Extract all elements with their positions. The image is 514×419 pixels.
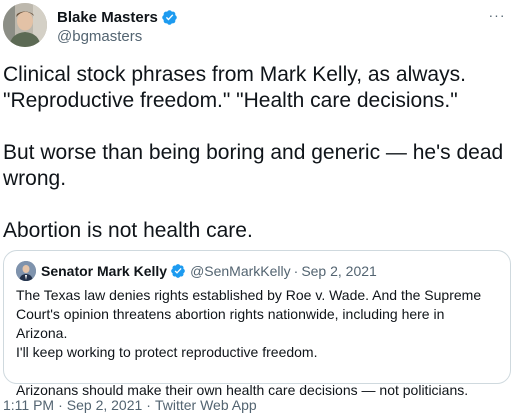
tweet: Blake Masters @bgmasters ··· Clinical st…	[0, 0, 514, 419]
quoted-line: Court's opinion threatens abortion right…	[16, 306, 445, 341]
tweet-header: Blake Masters @bgmasters ···	[3, 3, 511, 47]
quoted-tweet-header: Senator Mark Kelly @SenMarkKelly · Sep 2…	[16, 261, 498, 281]
tweet-source-link[interactable]: Twitter Web App	[155, 397, 257, 413]
verified-badge-icon	[170, 263, 186, 279]
quoted-line: Arizonans should make their own health c…	[16, 382, 469, 398]
tweet-time[interactable]: 1:11 PM	[3, 397, 54, 413]
quoted-paragraph-1: The Texas law denies rights established …	[16, 286, 498, 362]
quoted-line: I'll keep working to protect reproductiv…	[16, 344, 318, 360]
tweet-paragraph-2: But worse than being boring and generic …	[3, 140, 511, 192]
tweet-metadata: 1:11 PM · Sep 2, 2021 · Twitter Web App	[3, 397, 257, 413]
author-names: Blake Masters @bgmasters	[57, 7, 178, 45]
dot-separator: ·	[293, 263, 299, 279]
tweet-paragraph-3: Abortion is not health care.	[3, 218, 511, 244]
quoted-handle: @SenMarkKelly	[190, 263, 291, 279]
tweet-line: But worse than being boring and generic …	[3, 141, 504, 164]
avatar[interactable]	[3, 3, 47, 47]
quoted-date: Sep 2, 2021	[301, 263, 377, 279]
verified-badge-icon	[161, 9, 178, 26]
more-horizontal-icon[interactable]: ···	[485, 3, 509, 27]
author-handle[interactable]: @bgmasters	[57, 28, 178, 45]
author-display-name[interactable]: Blake Masters	[57, 9, 158, 26]
tweet-paragraph-1: Clinical stock phrases from Mark Kelly, …	[3, 62, 511, 114]
quoted-avatar	[16, 261, 36, 281]
quoted-line: The Texas law denies rights established …	[16, 287, 482, 303]
tweet-line: Abortion is not health care.	[3, 219, 253, 242]
tweet-text: Clinical stock phrases from Mark Kelly, …	[3, 62, 511, 244]
tweet-line: wrong.	[3, 167, 67, 190]
dot-separator: ·	[146, 397, 151, 413]
dot-separator: ·	[58, 397, 63, 413]
tweet-line: "Reproductive freedom." "Health care dec…	[3, 89, 458, 112]
tweet-line: Clinical stock phrases from Mark Kelly, …	[3, 63, 466, 86]
quoted-tweet-text: The Texas law denies rights established …	[16, 286, 498, 400]
tweet-date[interactable]: Sep 2, 2021	[67, 397, 143, 413]
quoted-display-name: Senator Mark Kelly	[41, 263, 168, 279]
quoted-tweet-card[interactable]: Senator Mark Kelly @SenMarkKelly · Sep 2…	[3, 250, 511, 398]
